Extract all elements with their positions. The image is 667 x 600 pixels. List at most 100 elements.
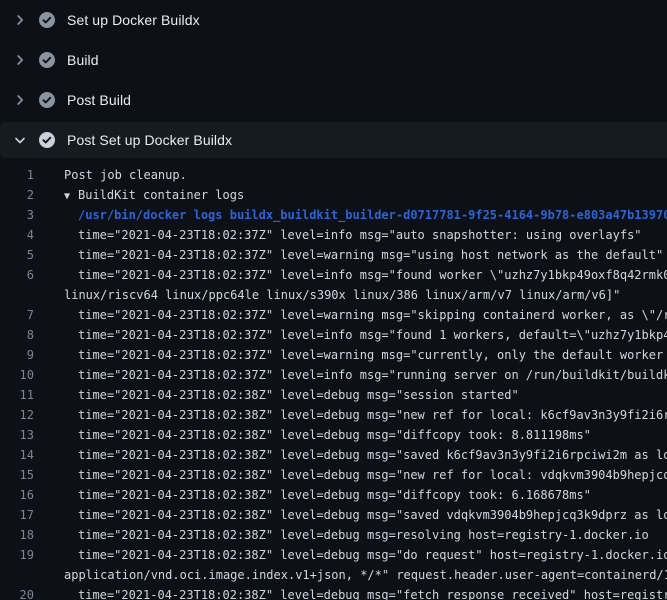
- line-number[interactable]: 18: [0, 525, 34, 545]
- log-text: Post job cleanup.: [34, 165, 187, 185]
- log-line-2: 2▼BuildKit container logs: [0, 185, 667, 205]
- line-number[interactable]: 20: [0, 585, 34, 600]
- log-text: time="2021-04-23T18:02:37Z" level=info m…: [34, 365, 667, 385]
- log-text-content: Post job cleanup.: [64, 168, 187, 182]
- log-text: time="2021-04-23T18:02:38Z" level=debug …: [34, 485, 591, 505]
- log-text: application/vnd.oci.image.index.v1+json,…: [34, 565, 667, 585]
- line-number[interactable]: 5: [0, 245, 34, 265]
- log-text: time="2021-04-23T18:02:38Z" level=debug …: [34, 425, 591, 445]
- log-line-9: 9 time="2021-04-23T18:02:37Z" level=warni…: [0, 345, 667, 365]
- log-text-content: time="2021-04-23T18:02:37Z" level=warnin…: [78, 308, 667, 322]
- log-line-4: 4 time="2021-04-23T18:02:37Z" level=info …: [0, 225, 667, 245]
- log-lines: 1Post job cleanup.2▼BuildKit container l…: [0, 165, 667, 600]
- step-label: Post Set up Docker Buildx: [67, 132, 232, 148]
- log-line-continuation: linux/riscv64 linux/ppc64le linux/s390x …: [0, 285, 667, 305]
- line-number[interactable]: 15: [0, 465, 34, 485]
- check-circle-icon: [38, 11, 56, 29]
- log-text-content: time="2021-04-23T18:02:38Z" level=debug …: [78, 508, 667, 522]
- line-number[interactable]: 17: [0, 505, 34, 525]
- log-text: time="2021-04-23T18:02:37Z" level=info m…: [34, 225, 642, 245]
- step-row-set-up-docker-buildx[interactable]: Set up Docker Buildx: [0, 0, 667, 40]
- step-label: Build: [67, 52, 99, 68]
- line-number[interactable]: [0, 565, 34, 585]
- log-line-12: 12 time="2021-04-23T18:02:38Z" level=debu…: [0, 405, 667, 425]
- line-number[interactable]: 16: [0, 485, 34, 505]
- log-line-19: 19time="2021-04-23T18:02:38Z" level=debu…: [0, 545, 667, 565]
- line-number[interactable]: 19: [0, 545, 34, 565]
- log-line-6: 6 time="2021-04-23T18:02:37Z" level=info …: [0, 265, 667, 285]
- log-text: ▼BuildKit container logs: [34, 185, 244, 205]
- log-text-content: time="2021-04-23T18:02:38Z" level=debug …: [78, 388, 519, 402]
- log-text: time="2021-04-23T18:02:38Z" level=debug …: [34, 385, 519, 405]
- line-number[interactable]: 12: [0, 405, 34, 425]
- log-text: time="2021-04-23T18:02:37Z" level=warnin…: [34, 345, 667, 365]
- log-text-content: BuildKit container logs: [78, 188, 244, 202]
- log-text: time="2021-04-23T18:02:38Z" level=debug …: [34, 525, 649, 545]
- log-text-content: time="2021-04-23T18:02:37Z" level=warnin…: [78, 348, 667, 362]
- log-text-content: time="2021-04-23T18:02:37Z" level=info m…: [78, 368, 667, 382]
- line-number[interactable]: 1: [0, 165, 34, 185]
- log-text-content: time="2021-04-23T18:02:37Z" level=info m…: [78, 228, 642, 242]
- log-text-content: time="2021-04-23T18:02:37Z" level=info m…: [78, 268, 667, 282]
- line-number[interactable]: 10: [0, 365, 34, 385]
- log-line-20: 20 time="2021-04-23T18:02:38Z" level=debu…: [0, 585, 667, 600]
- line-number[interactable]: 14: [0, 445, 34, 465]
- check-circle-icon: [38, 51, 56, 69]
- log-text: time="2021-04-23T18:02:37Z" level=info m…: [34, 265, 667, 285]
- log-text: linux/riscv64 linux/ppc64le linux/s390x …: [34, 285, 620, 305]
- line-number[interactable]: 4: [0, 225, 34, 245]
- job-log-panel: Set up Docker Buildx Build Post Build Post …: [0, 0, 667, 600]
- log-text-content: time="2021-04-23T18:02:38Z" level=debug …: [78, 408, 667, 422]
- check-circle-icon: [38, 131, 56, 149]
- log-text: time="2021-04-23T18:02:37Z" level=warnin…: [34, 245, 663, 265]
- log-text: time="2021-04-23T18:02:38Z" level=debug …: [34, 505, 667, 525]
- line-number[interactable]: 8: [0, 325, 34, 345]
- log-line-15: 15 time="2021-04-23T18:02:38Z" level=debu…: [0, 465, 667, 485]
- log-text-content: time="2021-04-23T18:02:37Z" level=info m…: [78, 328, 667, 342]
- line-number[interactable]: 9: [0, 345, 34, 365]
- steps-list: Set up Docker Buildx Build Post Build Post …: [0, 0, 667, 158]
- log-text: time="2021-04-23T18:02:37Z" level=warnin…: [34, 305, 667, 325]
- log-line-18: 18 time="2021-04-23T18:02:38Z" level=debu…: [0, 525, 667, 545]
- chevron-right-icon[interactable]: [12, 52, 28, 68]
- log-line-continuation: application/vnd.oci.image.index.v1+json,…: [0, 565, 667, 585]
- step-row-build[interactable]: Build: [0, 40, 667, 80]
- log-text: time="2021-04-23T18:02:37Z" level=info m…: [34, 325, 667, 345]
- log-line-11: 11 time="2021-04-23T18:02:38Z" level=debu…: [0, 385, 667, 405]
- line-number[interactable]: 2: [0, 185, 34, 205]
- log-line-8: 8 time="2021-04-23T18:02:37Z" level=info …: [0, 325, 667, 345]
- log-text-content: time="2021-04-23T18:02:38Z" level=debug …: [78, 468, 667, 482]
- log-line-16: 16time="2021-04-23T18:02:38Z" level=debu…: [0, 485, 667, 505]
- step-label: Set up Docker Buildx: [67, 12, 200, 28]
- step-row-post-build[interactable]: Post Build: [0, 80, 667, 120]
- log-text-content: time="2021-04-23T18:02:38Z" level=debug …: [78, 448, 667, 462]
- log-container: 1Post job cleanup.2▼BuildKit container l…: [0, 160, 667, 600]
- triangle-down-icon[interactable]: ▼: [64, 187, 78, 207]
- chevron-right-icon[interactable]: [12, 12, 28, 28]
- log-text-content: time="2021-04-23T18:02:38Z" level=debug …: [78, 528, 649, 542]
- log-line-3: 3/usr/bin/docker logs buildx_buildkit_bu…: [0, 205, 667, 225]
- step-label: Post Build: [67, 92, 131, 108]
- log-line-5: 5time="2021-04-23T18:02:37Z" level=warni…: [0, 245, 667, 265]
- log-text: time="2021-04-23T18:02:38Z" level=debug …: [34, 465, 667, 485]
- log-text-content: time="2021-04-23T18:02:38Z" level=debug …: [78, 588, 667, 600]
- log-line-10: 10 time="2021-04-23T18:02:37Z" level=info…: [0, 365, 667, 385]
- line-number[interactable]: [0, 285, 34, 305]
- line-number[interactable]: 6: [0, 265, 34, 285]
- log-line-13: 13time="2021-04-23T18:02:38Z" level=debu…: [0, 425, 667, 445]
- log-text: time="2021-04-23T18:02:38Z" level=debug …: [34, 445, 667, 465]
- chevron-right-icon[interactable]: [12, 92, 28, 108]
- log-text: time="2021-04-23T18:02:38Z" level=debug …: [34, 405, 667, 425]
- line-number[interactable]: 7: [0, 305, 34, 325]
- line-number[interactable]: 3: [0, 205, 34, 225]
- check-circle-icon: [38, 91, 56, 109]
- step-row-post-set-up-docker-buildx[interactable]: Post Set up Docker Buildx: [0, 122, 667, 158]
- line-number[interactable]: 13: [0, 425, 34, 445]
- log-text: time="2021-04-23T18:02:38Z" level=debug …: [34, 545, 667, 565]
- line-number[interactable]: 11: [0, 385, 34, 405]
- log-line-14: 14 time="2021-04-23T18:02:38Z" level=debu…: [0, 445, 667, 465]
- log-command-text: /usr/bin/docker logs buildx_buildkit_bui…: [34, 205, 667, 225]
- chevron-down-icon[interactable]: [12, 132, 28, 148]
- log-line-1: 1 Post job cleanup.: [0, 165, 667, 185]
- log-text-content: linux/riscv64 linux/ppc64le linux/s390x …: [64, 288, 620, 302]
